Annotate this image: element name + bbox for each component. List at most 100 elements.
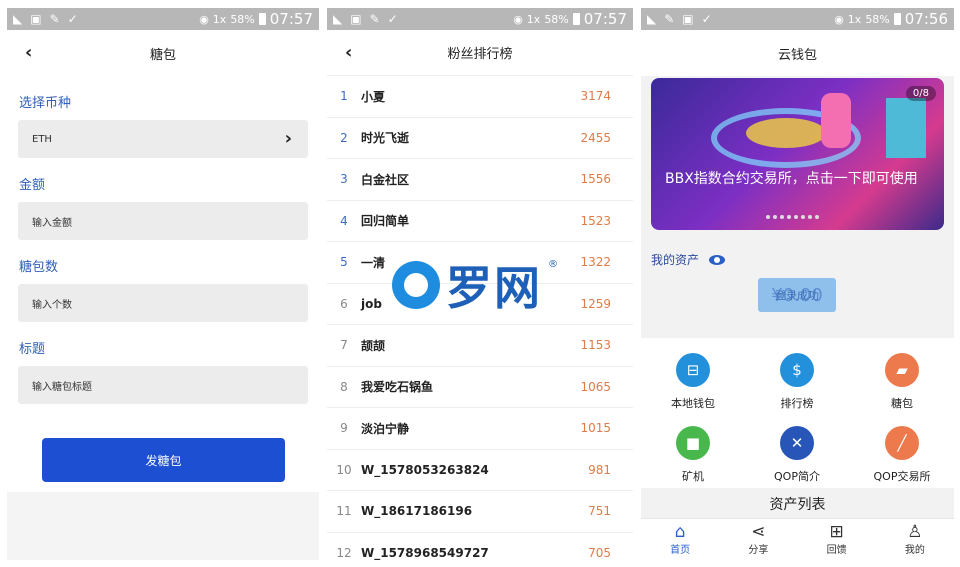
grid-item-local-wallet[interactable]: ⊟ 本地钱包 <box>641 353 745 411</box>
rank-number: 12 <box>336 545 352 560</box>
fan-name: 回归简单 <box>361 214 410 229</box>
grid-item-qop-exchange[interactable]: ╱ QOP交易所 <box>850 426 954 484</box>
rank-number: 5 <box>340 255 348 270</box>
status-bar: ◣ ▣ ✎ ✓ ◉ 1x 58% 07:57 <box>7 8 319 30</box>
fan-score: 1523 <box>580 213 611 228</box>
amount-input[interactable]: 输入金额 <box>18 202 308 240</box>
promo-banner[interactable]: 0/8 BBX指数合约交易所，点击一下即可使用 <box>651 78 944 230</box>
grid-item-label: QOP交易所 <box>873 470 931 483</box>
page-title: 云钱包 <box>777 47 817 63</box>
chevron-right-icon: › <box>284 128 292 149</box>
nav-bar: ‹ 糖包 <box>7 30 319 76</box>
tab-label: 回馈 <box>826 545 847 556</box>
status-bar: ◣ ✎ ▣ ✓ ◉ 1x 58% 07:56 <box>641 8 954 30</box>
ranking-row[interactable]: 9 淡泊宁静 1015 <box>327 408 633 450</box>
tab-home[interactable]: ⌂ 首页 <box>641 519 719 560</box>
clock: 07:57 <box>269 10 313 28</box>
dollar-icon: $ <box>780 353 814 387</box>
rank-number: 9 <box>340 421 348 436</box>
tab-label: 首页 <box>670 545 691 556</box>
fan-score: 1322 <box>580 255 611 270</box>
currency-value: ETH <box>32 133 52 145</box>
banner-pagination-dots <box>766 215 819 219</box>
feature-grid: ⊟ 本地钱包 $ 排行榜 ▰ 糖包 ■ 矿机 ✕ QOP简介 ╱ QOP交易所 <box>641 338 954 488</box>
ranking-row[interactable]: 2 时光飞逝 2455 <box>327 118 633 159</box>
rank-number: 1 <box>340 89 348 104</box>
rank-number: 8 <box>340 379 348 394</box>
rank-number: 2 <box>340 130 348 145</box>
ranking-row[interactable]: 11 W_18617186196 751 <box>327 491 633 533</box>
tab-label: 我的 <box>904 545 925 556</box>
signal-label: 1x <box>212 12 227 26</box>
ranking-row[interactable]: 12 W_1578968549727 705 <box>327 533 633 561</box>
ranking-row[interactable]: 7 颉颉 1153 <box>327 325 633 367</box>
currency-select[interactable]: ETH › <box>18 120 308 158</box>
nav-bar: 云钱包 <box>641 30 954 76</box>
title-input[interactable]: 输入糖包标题 <box>18 366 308 404</box>
fan-score: 1556 <box>580 172 611 187</box>
ranking-list: 1 小夏 3174 2 时光飞逝 2455 3 白金社区 1556 4 回归简单 1523 5 一清 132… <box>327 76 633 560</box>
wifi-icon: ◉ <box>834 12 844 26</box>
fan-score: 705 <box>588 545 611 560</box>
tab-label: 分享 <box>748 545 769 556</box>
banner-counter: 0/8 <box>905 86 936 101</box>
ranking-row[interactable]: 8 我爱吃石锅鱼 1065 <box>327 367 633 408</box>
battery-percent: 58% <box>544 12 569 26</box>
grid-item-label: 矿机 <box>682 470 704 483</box>
banner-coin-graphic <box>746 118 826 148</box>
login-success-toast: 登录成功 <box>775 289 819 302</box>
notification-icons: ◣ ▣ ✎ ✓ <box>13 12 78 26</box>
tab-mine[interactable]: ♙ 我的 <box>876 519 954 560</box>
fan-score: 751 <box>588 504 611 519</box>
back-arrow-icon[interactable]: ‹ <box>345 42 352 63</box>
rank-number: 11 <box>336 504 352 519</box>
wifi-icon: ◉ <box>199 12 209 26</box>
nav-bar: ‹ 粉丝排行榜 <box>327 30 633 76</box>
ranking-row[interactable]: 1 小夏 3174 <box>327 76 633 118</box>
banner-bar-graphic <box>821 93 851 148</box>
watermark-text: 罗网 <box>446 261 542 315</box>
ranking-row[interactable]: 10 W_1578053263824 981 <box>327 450 633 491</box>
signal-label: 1x <box>847 12 862 26</box>
fan-name: 一清 <box>361 255 386 270</box>
battery-icon <box>572 13 580 25</box>
fan-score: 3174 <box>580 89 611 104</box>
ranking-row[interactable]: 4 回归简单 1523 <box>327 201 633 242</box>
count-input[interactable]: 输入个数 <box>18 284 308 322</box>
clock: 07:57 <box>583 10 627 28</box>
eye-icon[interactable] <box>709 254 726 265</box>
fan-name: W_18617186196 <box>361 504 473 519</box>
notification-icons: ◣ ▣ ✎ ✓ <box>333 12 398 26</box>
tools-icon: ✕ <box>780 426 814 460</box>
fan-name: 我爱吃石锅鱼 <box>361 380 434 395</box>
registered-mark: ® <box>548 259 558 270</box>
notification-icons: ◣ ✎ ▣ ✓ <box>647 12 712 26</box>
tab-share[interactable]: ⋖ 分享 <box>719 519 797 560</box>
rank-number: 7 <box>340 338 348 353</box>
assets-list-title: 资产列表 <box>769 497 826 513</box>
fan-name: 淡泊宁静 <box>361 421 410 436</box>
currency-label: 选择币种 <box>19 96 72 111</box>
grid-item-red-packet[interactable]: ▰ 糖包 <box>850 353 954 411</box>
grid-item-ranking[interactable]: $ 排行榜 <box>745 353 849 411</box>
truck-icon: ▰ <box>885 353 919 387</box>
fan-score: 2455 <box>580 130 611 145</box>
back-arrow-icon[interactable]: ‹ <box>25 42 32 63</box>
logo-circle-icon <box>392 261 440 309</box>
amount-placeholder: 输入金额 <box>32 217 72 229</box>
fan-name: 颉颉 <box>361 338 386 353</box>
grid-item-label: QOP简介 <box>774 470 820 483</box>
title-placeholder: 输入糖包标题 <box>32 381 92 393</box>
grid-item-miner[interactable]: ■ 矿机 <box>641 426 745 484</box>
page-title: 糖包 <box>149 47 176 63</box>
page-title: 粉丝排行榜 <box>447 47 513 62</box>
battery-icon <box>893 13 901 25</box>
ranking-row[interactable]: 3 白金社区 1556 <box>327 159 633 201</box>
box-icon: ■ <box>676 426 710 460</box>
tab-feedback[interactable]: ⊞ 回馈 <box>798 519 876 560</box>
amount-label: 金额 <box>19 178 46 193</box>
phone-red-packet-screen: ◣ ▣ ✎ ✓ ◉ 1x 58% 07:57 ‹ 糖包 选择币种 ETH › 金额 输… <box>7 8 319 560</box>
grid-item-qop-intro[interactable]: ✕ QOP简介 <box>745 426 849 484</box>
rank-number: 4 <box>340 213 348 228</box>
send-red-packet-button[interactable]: 发糖包 <box>42 438 285 482</box>
